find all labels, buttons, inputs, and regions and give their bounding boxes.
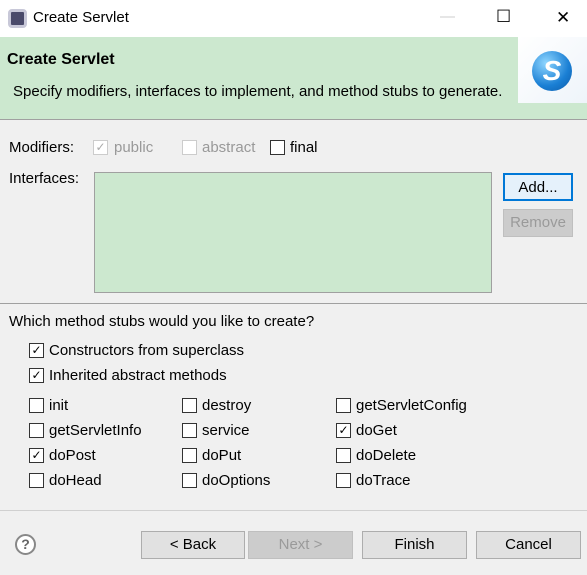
- getservletconfig-checkbox[interactable]: [336, 398, 351, 413]
- divider: [0, 303, 587, 304]
- dooptions-checkbox[interactable]: [182, 473, 197, 488]
- constructors-checkbox[interactable]: ✓: [29, 343, 44, 358]
- inherited-checkbox[interactable]: ✓: [29, 368, 44, 383]
- stubs-question: Which method stubs would you like to cre…: [9, 313, 315, 330]
- init-label: init: [49, 397, 69, 414]
- destroy-checkbox[interactable]: [182, 398, 197, 413]
- service-label: service: [202, 422, 250, 439]
- remove-button[interactable]: Remove: [503, 209, 573, 237]
- dopost-checkbox[interactable]: ✓: [29, 448, 44, 463]
- dodelete-label: doDelete: [356, 447, 417, 464]
- dohead-label: doHead: [49, 472, 102, 489]
- page-title: Create Servlet: [7, 51, 115, 68]
- public-label: public: [114, 139, 154, 156]
- destroy-label: destroy: [202, 397, 252, 414]
- wizard-header: Create Servlet Specify modifiers, interf…: [0, 37, 587, 120]
- page-description: Specify modifiers, interfaces to impleme…: [13, 83, 503, 100]
- minimize-button[interactable]: —: [440, 8, 455, 25]
- maximize-button[interactable]: ☐: [496, 7, 511, 27]
- getservletinfo-label: getServletInfo: [49, 422, 142, 439]
- final-label: final: [290, 139, 318, 156]
- doget-label: doGet: [356, 422, 397, 439]
- finish-button[interactable]: Finish: [362, 531, 467, 559]
- inherited-label: Inherited abstract methods: [49, 367, 227, 384]
- init-checkbox[interactable]: [29, 398, 44, 413]
- next-button[interactable]: Next >: [248, 531, 353, 559]
- public-checkbox[interactable]: ✓: [93, 140, 108, 155]
- getservletconfig-label: getServletConfig: [356, 397, 467, 414]
- abstract-label: abstract: [202, 139, 256, 156]
- final-checkbox[interactable]: [270, 140, 285, 155]
- close-button[interactable]: ✕: [556, 8, 570, 28]
- dopost-label: doPost: [49, 447, 96, 464]
- interfaces-label: Interfaces:: [9, 170, 80, 187]
- doput-label: doPut: [202, 447, 242, 464]
- window-title: Create Servlet: [33, 9, 129, 26]
- add-button[interactable]: Add...: [503, 173, 573, 201]
- help-icon[interactable]: ?: [15, 534, 36, 555]
- dotrace-label: doTrace: [356, 472, 411, 489]
- dooptions-label: doOptions: [202, 472, 271, 489]
- dotrace-checkbox[interactable]: [336, 473, 351, 488]
- dohead-checkbox[interactable]: [29, 473, 44, 488]
- dodelete-checkbox[interactable]: [336, 448, 351, 463]
- abstract-checkbox[interactable]: [182, 140, 197, 155]
- logo-area: S: [518, 37, 587, 103]
- servlet-logo-icon: S: [532, 51, 572, 91]
- modifiers-label: Modifiers:: [9, 139, 75, 156]
- service-checkbox[interactable]: [182, 423, 197, 438]
- getservletinfo-checkbox[interactable]: [29, 423, 44, 438]
- cancel-button[interactable]: Cancel: [476, 531, 581, 559]
- title-bar: Create Servlet — ☐ ✕: [0, 0, 587, 37]
- doput-checkbox[interactable]: [182, 448, 197, 463]
- footer-divider: [0, 510, 587, 511]
- doget-checkbox[interactable]: ✓: [336, 423, 351, 438]
- back-button[interactable]: < Back: [141, 531, 245, 559]
- constructors-label: Constructors from superclass: [49, 342, 245, 359]
- interfaces-list[interactable]: [94, 172, 492, 293]
- eclipse-icon: [8, 9, 27, 28]
